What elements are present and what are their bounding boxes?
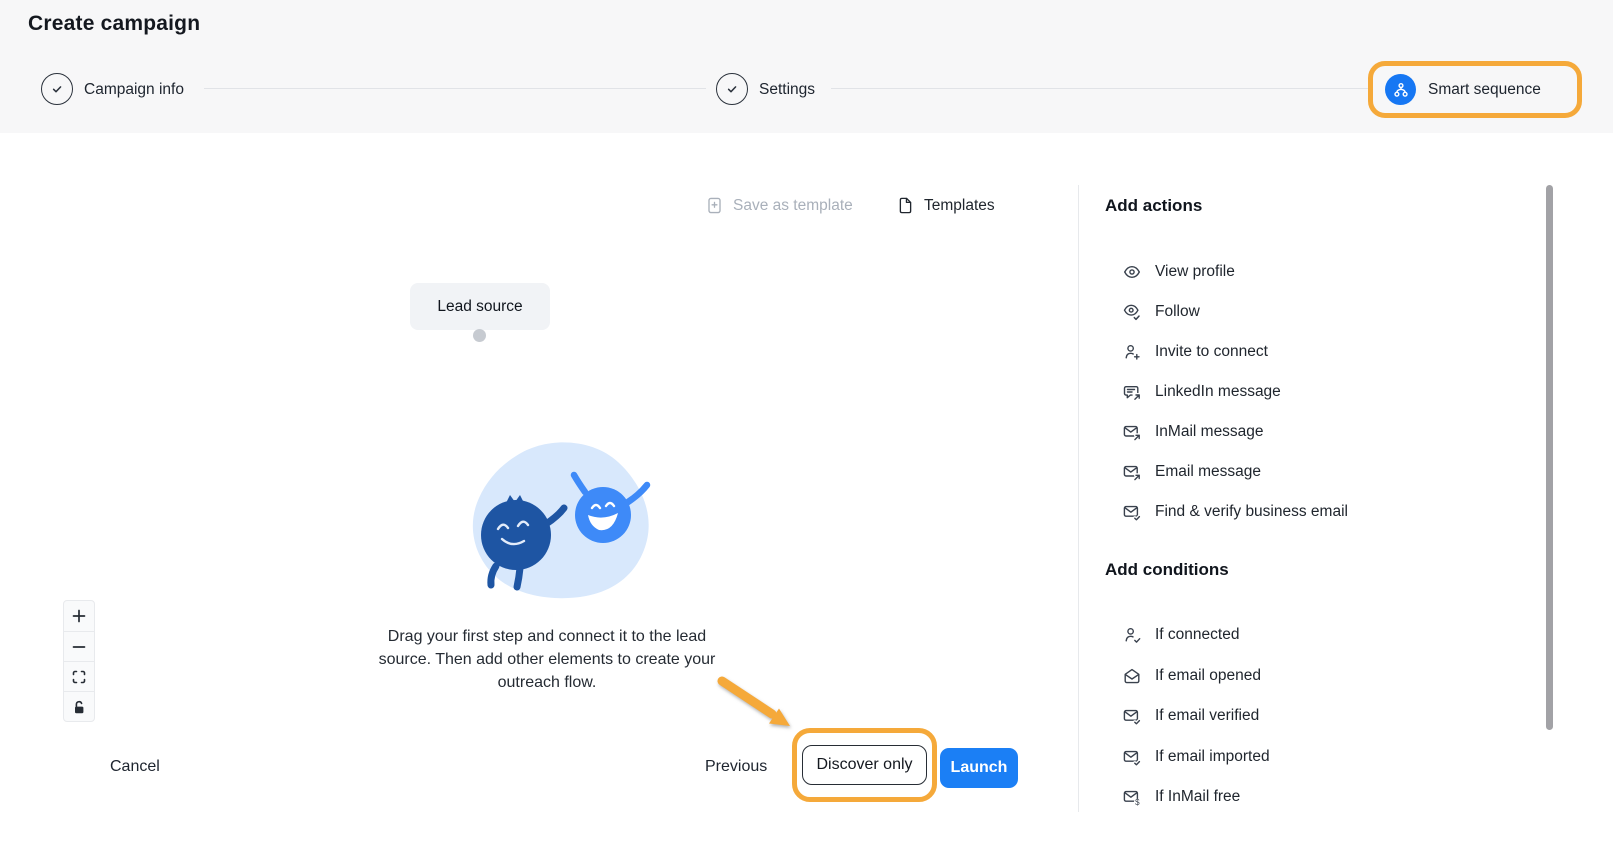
discover-only-label: Discover only xyxy=(816,756,912,774)
sidebar-item-if-email-verified[interactable]: If email verified xyxy=(1122,703,1259,729)
stepper-label-smart-sequence: Smart sequence xyxy=(1428,81,1541,99)
sidebar-item-label: Email message xyxy=(1155,463,1261,481)
lock-open-icon xyxy=(70,698,88,716)
sidebar-item-linkedin-message[interactable]: LinkedIn message xyxy=(1122,379,1281,405)
plus-icon xyxy=(70,607,88,625)
add-actions-heading: Add actions xyxy=(1105,196,1202,216)
lock-button[interactable] xyxy=(64,691,94,721)
annotation-arrow xyxy=(708,672,796,732)
annotation-highlight-discover-only: Discover only xyxy=(792,728,937,802)
sidebar-item-view-profile[interactable]: View profile xyxy=(1122,259,1235,285)
check-icon xyxy=(724,81,740,97)
stepper-connector xyxy=(204,88,706,89)
instruction-line-1: Drag your first step and connect it to t… xyxy=(352,625,742,648)
zoom-in-button[interactable] xyxy=(64,601,94,631)
sidebar-item-inmail-message[interactable]: InMail message xyxy=(1122,419,1264,445)
instruction-line-3: outreach flow. xyxy=(352,671,742,694)
save-as-template-label: Save as template xyxy=(733,197,853,215)
sidebar-divider xyxy=(1078,185,1079,812)
minus-icon xyxy=(70,638,88,656)
stepper-step-smart-sequence[interactable]: Smart sequence xyxy=(1368,61,1582,118)
sidebar-item-label: View profile xyxy=(1155,263,1235,281)
sidebar-item-label: LinkedIn message xyxy=(1155,383,1281,401)
sidebar-item-label: Find & verify business email xyxy=(1155,503,1348,521)
save-as-template-button[interactable]: Save as template xyxy=(705,196,853,215)
envelope-open-icon xyxy=(1122,666,1142,686)
canvas-instruction: Drag your first step and connect it to t… xyxy=(352,625,742,694)
sidebar-item-label: InMail message xyxy=(1155,423,1264,441)
zoom-out-button[interactable] xyxy=(64,631,94,661)
sequence-hierarchy-icon xyxy=(1392,81,1410,99)
envelope-check-icon xyxy=(1122,747,1142,767)
eye-check-icon xyxy=(1122,302,1142,322)
sidebar-item-if-connected[interactable]: If connected xyxy=(1122,622,1239,648)
svg-text:$: $ xyxy=(1135,798,1140,807)
envelope-check-icon xyxy=(1122,706,1142,726)
stepper-label-settings: Settings xyxy=(759,81,815,99)
lead-source-label: Lead source xyxy=(437,298,522,316)
launch-button[interactable]: Launch xyxy=(940,748,1018,788)
stepper-label-campaign-info: Campaign info xyxy=(84,81,184,99)
create-campaign-page: Create campaign Campaign info Settings S… xyxy=(0,0,1613,841)
sidebar-item-if-inmail-free[interactable]: $ If InMail free xyxy=(1122,784,1240,810)
sidebar-item-find-verify-business-email[interactable]: Find & verify business email xyxy=(1122,499,1348,525)
page-title: Create campaign xyxy=(28,12,200,36)
chat-arrow-icon xyxy=(1122,382,1142,402)
node-connector-dot[interactable] xyxy=(473,329,486,342)
envelope-dollar-icon: $ xyxy=(1122,787,1142,807)
sidebar-item-invite-to-connect[interactable]: Invite to connect xyxy=(1122,339,1268,365)
lead-source-node[interactable]: Lead source xyxy=(410,283,550,330)
templates-button[interactable]: Templates xyxy=(896,196,995,215)
sidebar-item-label: Invite to connect xyxy=(1155,343,1268,361)
file-icon xyxy=(896,196,915,215)
envelope-arrow-icon xyxy=(1122,462,1142,482)
person-check-icon xyxy=(1122,625,1142,645)
templates-label: Templates xyxy=(924,197,995,215)
sidebar-item-label: If email imported xyxy=(1155,748,1270,766)
envelope-check-icon xyxy=(1122,502,1142,522)
cancel-button[interactable]: Cancel xyxy=(110,758,160,776)
add-conditions-heading: Add conditions xyxy=(1105,560,1229,580)
sidebar-item-label: If email opened xyxy=(1155,667,1261,685)
sidebar-item-if-email-imported[interactable]: If email imported xyxy=(1122,744,1270,770)
fit-view-button[interactable] xyxy=(64,661,94,691)
instruction-line-2: source. Then add other elements to creat… xyxy=(352,648,742,671)
sidebar-scrollbar-thumb[interactable] xyxy=(1546,185,1553,730)
envelope-arrow-icon xyxy=(1122,422,1142,442)
sidebar-item-if-email-opened[interactable]: If email opened xyxy=(1122,663,1261,689)
stepper-connector xyxy=(831,88,1368,89)
smart-sequence-badge xyxy=(1385,74,1416,105)
sidebar-item-email-message[interactable]: Email message xyxy=(1122,459,1261,485)
empty-flow-illustration xyxy=(450,428,670,608)
check-icon xyxy=(49,81,65,97)
previous-button[interactable]: Previous xyxy=(705,758,767,776)
discover-only-button[interactable]: Discover only xyxy=(802,745,927,785)
sidebar-item-label: If email verified xyxy=(1155,707,1259,725)
eye-icon xyxy=(1122,262,1142,282)
sidebar-item-follow[interactable]: Follow xyxy=(1122,299,1200,325)
file-plus-icon xyxy=(705,196,724,215)
sidebar-item-label: If connected xyxy=(1155,626,1239,644)
launch-label: Launch xyxy=(951,759,1008,777)
sidebar-item-label: If InMail free xyxy=(1155,788,1240,806)
stepper-step-settings[interactable] xyxy=(716,73,748,105)
sidebar-item-label: Follow xyxy=(1155,303,1200,321)
canvas-zoom-controls xyxy=(63,600,95,722)
header: Create campaign Campaign info Settings S… xyxy=(0,0,1613,133)
fit-view-icon xyxy=(70,668,88,686)
stepper-step-campaign-info[interactable] xyxy=(41,73,73,105)
person-plus-icon xyxy=(1122,342,1142,362)
